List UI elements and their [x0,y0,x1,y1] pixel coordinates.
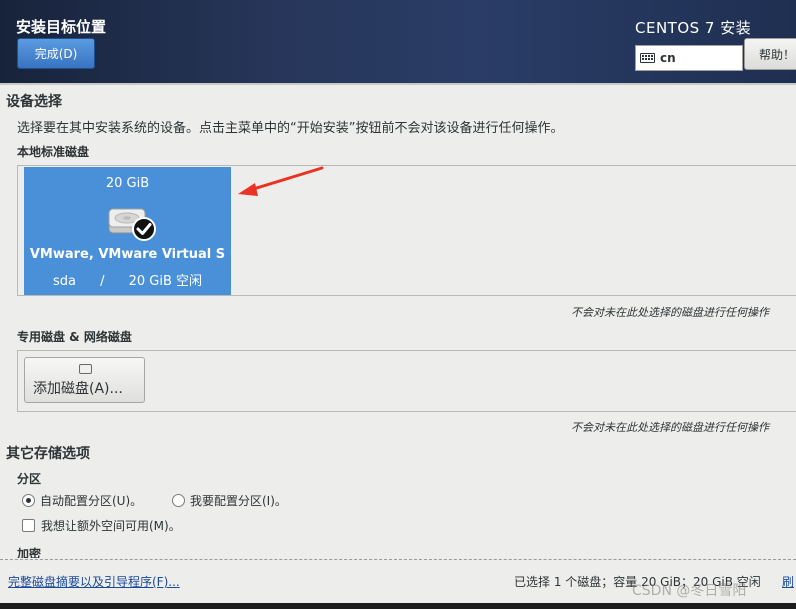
add-disk-label: 添加磁盘(A)... [33,381,123,397]
watermark: CSDN @冬日雪阳 [632,583,747,599]
manual-partition-option[interactable]: 我要配置分区(I)。 [172,492,287,509]
local-disks-label: 本地标准磁盘 [17,145,90,159]
keyboard-layout-indicator[interactable]: cn [635,45,743,71]
help-button[interactable]: 帮助！ [744,38,796,70]
other-storage-heading: 其它存储选项 [6,446,90,462]
disk-size: 20 GiB [105,176,150,191]
auto-partition-radio[interactable] [22,494,35,507]
partition-label: 分区 [17,472,42,486]
manual-partition-radio[interactable] [172,494,185,507]
disk-device: sda [52,274,76,289]
device-selection-heading: 设备选择 [6,94,62,110]
specialized-disks-label: 专用磁盘 & 网络磁盘 [17,330,132,344]
bottom-edge [0,603,796,609]
product-title: CENTOS 7 安装 [635,19,752,37]
extra-space-label: 我想让额外空间可用(M)。 [41,519,181,533]
local-disks-note: 不会对未在此处选择的磁盘进行任何操作 [571,306,769,319]
page-title: 安装目标位置 [16,18,107,36]
auto-partition-option[interactable]: 自动配置分区(U)。 [22,492,142,509]
full-disk-summary-link[interactable]: 完整磁盘摘要以及引导程序(F)... [8,573,180,590]
device-selection-description: 选择要在其中安装系统的设备。点击主菜单中的“开始安装”按钮前不会对该设备进行任何… [17,121,564,136]
header-bar: 安装目标位置 完成(D) CENTOS 7 安装 cn 帮助！ [0,0,796,83]
keyboard-icon [640,53,655,63]
disk-tile-sda[interactable]: 20 GiB VMware, VMware Virtual S sda / 20… [24,167,231,295]
manual-partition-label: 我要配置分区(I)。 [190,494,287,508]
disk-info-separator: / [100,274,105,289]
annotation-arrow-icon [238,166,324,196]
done-button[interactable]: 完成(D) [17,38,95,69]
keyboard-layout-value: cn [660,51,676,65]
disk-info: sda / 20 GiB 空闲 [24,270,231,289]
refresh-link[interactable]: 刷 [782,573,794,590]
disk-free-space: 20 GiB 空闲 [128,274,203,289]
extra-space-checkbox[interactable] [22,519,35,532]
add-disk-icon [79,364,92,374]
disk-model-name: VMware, VMware Virtual S [29,247,226,262]
auto-partition-label: 自动配置分区(U)。 [40,494,143,508]
header-divider [0,83,796,85]
extra-space-option[interactable]: 我想让额外空间可用(M)。 [22,517,181,534]
specialized-disks-note: 不会对未在此处选择的磁盘进行任何操作 [571,421,769,434]
encryption-label: 加密 [17,547,42,558]
add-disk-button[interactable]: 添加磁盘(A)... [24,357,145,403]
footer-divider [0,559,796,560]
hard-disk-selected-icon [108,208,156,241]
